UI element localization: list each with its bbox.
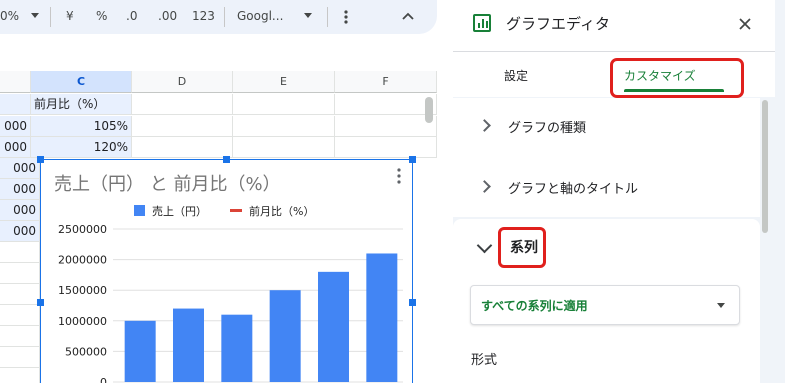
font-caret-icon[interactable]: [304, 13, 312, 18]
y-tick-label: 2500000: [58, 223, 107, 236]
cell-c2[interactable]: 105%: [31, 116, 132, 137]
cell-b8[interactable]: [0, 242, 40, 263]
tab-setup[interactable]: 設定: [504, 67, 528, 84]
format-label: 形式: [471, 353, 498, 368]
bar-sales[interactable]: [173, 308, 204, 382]
bar-sales[interactable]: [318, 271, 349, 382]
zoom-caret-icon[interactable]: [31, 13, 39, 18]
resize-handle-left[interactable]: [37, 299, 44, 306]
y-tick-label: 500000: [65, 345, 107, 358]
series-select[interactable]: すべての系列に適用: [470, 285, 740, 325]
cell-d1[interactable]: [132, 94, 233, 115]
section-series-label[interactable]: 系列: [510, 237, 538, 257]
cell-b14[interactable]: [0, 368, 40, 383]
cell-d3[interactable]: [132, 137, 233, 158]
column-header-d[interactable]: D: [132, 71, 233, 93]
cell-f2[interactable]: [335, 116, 437, 137]
panel-scrollbar[interactable]: [762, 100, 768, 233]
y-tick-label: 2000000: [58, 254, 107, 267]
section-chart-type-label: グラフの種類: [508, 121, 587, 136]
increase-decimal-button[interactable]: .00: [158, 9, 177, 23]
cell-b6[interactable]: 000: [0, 200, 40, 221]
toolbar-divider: [50, 7, 51, 27]
section-titles[interactable]: グラフと軸のタイトル: [453, 155, 760, 217]
sheet-scrollbar[interactable]: [425, 97, 433, 123]
cell-e1[interactable]: [233, 94, 335, 115]
cell-b2[interactable]: 000: [0, 116, 31, 137]
cell-b10[interactable]: [0, 284, 40, 305]
bar-sales[interactable]: [269, 290, 301, 382]
cell-b3[interactable]: 000: [0, 137, 31, 158]
cell-b11[interactable]: [0, 305, 40, 326]
zoom-select[interactable]: 0%: [0, 9, 19, 23]
currency-format-button[interactable]: ¥: [66, 9, 74, 23]
chart-editor-panel: グラフエディタ 設定 カスタマイズ グラフの種類 グラフと軸のタイトル 系列 す…: [453, 0, 785, 383]
toolbar-divider: [327, 7, 328, 27]
cell-b5[interactable]: 000: [0, 179, 40, 200]
cell-e3[interactable]: [233, 137, 335, 158]
cell-b1[interactable]: [0, 94, 31, 115]
series-select-value: すべての系列に適用: [481, 299, 588, 313]
y-tick-label: 1500000: [58, 284, 107, 297]
cell-f3[interactable]: [335, 137, 437, 158]
cell-c3[interactable]: 120%: [31, 137, 132, 158]
section-chart-type[interactable]: グラフの種類: [453, 98, 760, 155]
chevron-right-icon: [478, 180, 491, 193]
bar-sales[interactable]: [221, 314, 253, 382]
toolbar-divider: [224, 7, 225, 27]
dropdown-caret-icon: [717, 303, 725, 308]
more-vert-icon[interactable]: [343, 9, 349, 25]
font-select[interactable]: Googl...: [237, 9, 283, 23]
percent-format-button[interactable]: %: [96, 9, 107, 23]
column-header-b[interactable]: [0, 71, 31, 93]
chart-editor-header: グラフエディタ: [453, 0, 775, 52]
chevron-up-icon[interactable]: [402, 12, 414, 20]
number-format-button[interactable]: 123: [192, 9, 215, 23]
resize-handle-right[interactable]: [409, 299, 416, 306]
embedded-chart[interactable]: 売上（円） と 前月比（%） 売上（円） 前月比（%） 2500000 20000…: [40, 159, 413, 383]
bar-sales[interactable]: [124, 320, 156, 382]
customize-tab-highlight: [610, 58, 744, 98]
column-header-c[interactable]: C: [31, 71, 132, 93]
section-titles-label: グラフと軸のタイトル: [508, 182, 639, 197]
chevron-right-icon: [478, 119, 491, 132]
cell-b7[interactable]: 000: [0, 221, 40, 242]
cell-e2[interactable]: [233, 116, 335, 137]
resize-handle-tr[interactable]: [409, 156, 416, 163]
y-tick-label: 1000000: [58, 315, 107, 328]
chart-plot-area: 2500000 2000000 1500000 1000000 500000 0: [58, 223, 403, 383]
chart-icon: [473, 14, 491, 32]
cell-c1[interactable]: 前月比（%）: [31, 94, 132, 115]
close-icon[interactable]: [739, 18, 751, 30]
bar-sales[interactable]: [366, 253, 398, 382]
column-header-f[interactable]: F: [335, 71, 437, 93]
column-header-e[interactable]: E: [233, 71, 335, 93]
cell-b9[interactable]: [0, 263, 40, 284]
resize-handle-tl[interactable]: [37, 156, 44, 163]
cell-b13[interactable]: [0, 347, 40, 368]
cell-d2[interactable]: [132, 116, 233, 137]
y-tick-label: 0: [100, 376, 107, 383]
cell-b4[interactable]: 000: [0, 158, 40, 179]
cell-f1[interactable]: [335, 94, 437, 115]
toolbar: 0% ¥ % .0 .00 123 Googl...: [0, 0, 437, 34]
decrease-decimal-button[interactable]: .0: [126, 9, 137, 23]
chart-editor-title: グラフエディタ: [506, 15, 610, 33]
resize-handle-top[interactable]: [223, 156, 230, 163]
cell-b12[interactable]: [0, 326, 40, 347]
